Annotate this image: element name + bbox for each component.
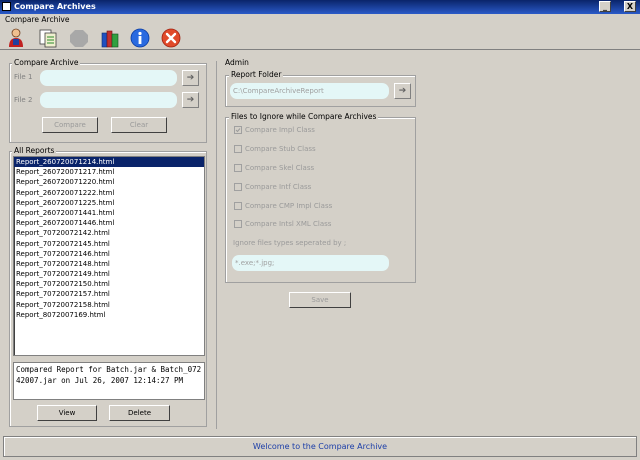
list-item[interactable]: Report_260720071225.html [14, 198, 204, 208]
books-icon[interactable] [99, 27, 121, 49]
ignore-types-label: Ignore files types seperated by ; [233, 239, 347, 247]
file1-field[interactable] [40, 70, 177, 86]
checkbox[interactable] [234, 126, 242, 134]
list-item[interactable]: Report_70720072150.html [14, 279, 204, 289]
title-bar: Compare Archives _ X [0, 0, 640, 14]
exit-icon[interactable] [160, 27, 182, 49]
copy-documents-icon[interactable] [37, 27, 59, 49]
save-button[interactable]: Save [289, 292, 351, 308]
file2-label: File 2 [14, 96, 33, 104]
checkbox[interactable] [234, 164, 242, 172]
close-button[interactable]: X [624, 1, 636, 12]
report-folder-title: Report Folder [229, 70, 284, 79]
compare-button[interactable]: Compare [42, 117, 98, 133]
minimize-button[interactable]: _ [599, 1, 611, 12]
menu-compare-archive[interactable]: Compare Archive [5, 15, 69, 24]
list-item[interactable]: Report_70720072149.html [14, 269, 204, 279]
list-item[interactable]: Report_260720071446.html [14, 218, 204, 228]
list-item[interactable]: Report_70720072146.html [14, 249, 204, 259]
ignore-option-label: Compare Stub Class [245, 145, 316, 153]
user-icon[interactable] [5, 27, 27, 49]
ignore-option-label: Compare Intsl XML Class [245, 220, 332, 228]
ignore-option-label: Compare CMP Impl Class [245, 202, 333, 210]
list-item[interactable]: Report_70720072148.html [14, 259, 204, 269]
ignore-types-field[interactable]: *.exe;*.jpg; [232, 255, 389, 271]
ignore-option-label: Compare Intf Class [245, 183, 312, 191]
browse-file2-button[interactable]: ➔ [182, 92, 199, 108]
file2-field[interactable] [40, 92, 177, 108]
checkbox[interactable] [234, 220, 242, 228]
admin-title: Admin [223, 58, 251, 67]
list-item[interactable]: Report_260720071441.html [14, 208, 204, 218]
arrow-right-icon: ➔ [186, 95, 195, 105]
admin-separator [216, 61, 217, 429]
file1-label: File 1 [14, 73, 33, 81]
reports-list[interactable]: Report_260720071214.html Report_26072007… [13, 156, 205, 356]
report-folder-field[interactable]: C:\CompareArchiveReport [230, 83, 389, 99]
ignore-option-label: Compare Impl Class [245, 126, 315, 134]
all-reports-title: All Reports [12, 146, 57, 155]
checkbox[interactable] [234, 183, 242, 191]
browse-folder-button[interactable]: ➔ [394, 83, 411, 99]
ignore-option-label: Compare Skel Class [245, 164, 315, 172]
clear-button[interactable]: Clear [111, 117, 167, 133]
info-icon[interactable] [129, 27, 151, 49]
list-item[interactable]: Report_70720072145.html [14, 239, 204, 249]
list-item[interactable]: Report_8072007169.html [14, 310, 204, 320]
report-details: Compared Report for Batch.jar & Batch_07… [13, 362, 205, 400]
app-icon [2, 2, 11, 11]
list-item[interactable]: Report_260720071222.html [14, 188, 204, 198]
checkbox[interactable] [234, 145, 242, 153]
list-item[interactable]: Report_70720072142.html [14, 228, 204, 238]
status-bar: Welcome to the Compare Archive [3, 436, 637, 457]
list-item[interactable]: Report_70720072158.html [14, 300, 204, 310]
status-message: Welcome to the Compare Archive [252, 442, 388, 451]
list-item[interactable]: Report_70720072157.html [14, 289, 204, 299]
browse-file1-button[interactable]: ➔ [182, 70, 199, 86]
view-button[interactable]: View [37, 405, 97, 421]
list-item[interactable]: Report_260720071217.html [14, 167, 204, 177]
menu-bar: Compare Archive [0, 14, 640, 25]
list-item[interactable]: Report_260720071214.html [14, 157, 204, 168]
compare-archive-title: Compare Archive [12, 58, 81, 67]
toolbar [0, 25, 640, 50]
stop-icon[interactable] [68, 27, 90, 49]
delete-button[interactable]: Delete [109, 405, 170, 421]
arrow-right-icon: ➔ [398, 86, 407, 96]
list-item[interactable]: Report_260720071220.html [14, 177, 204, 187]
arrow-right-icon: ➔ [186, 73, 195, 83]
ignore-files-title: Files to Ignore while Compare Archives [229, 112, 379, 121]
checkbox[interactable] [234, 202, 242, 210]
window-title: Compare Archives [14, 2, 96, 11]
